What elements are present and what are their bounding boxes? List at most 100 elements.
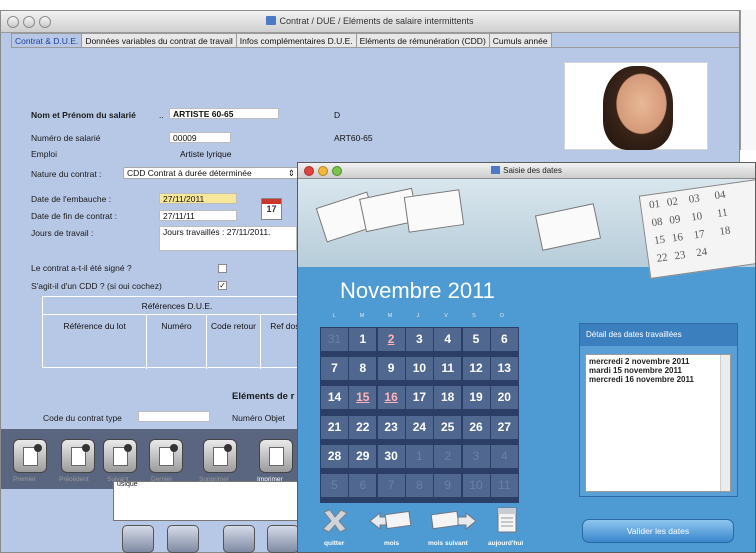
day-cell[interactable]: 8 (349, 357, 377, 381)
day-cell: 5 (321, 474, 348, 497)
search-button[interactable] (167, 525, 199, 553)
day-cell[interactable]: 3 (405, 328, 433, 351)
day-cell[interactable]: 1 (349, 328, 377, 351)
day-cell[interactable]: 13 (490, 357, 518, 381)
work-days-field[interactable]: Jours travaillés : 27/11/2011. (159, 226, 297, 251)
day-cell[interactable]: 11 (434, 357, 462, 381)
previous-record-button[interactable] (61, 439, 95, 473)
today-caption[interactable]: aujourd'hui (488, 540, 523, 547)
day-cell[interactable]: 30 (377, 444, 405, 468)
day-cell[interactable]: 24 (405, 415, 433, 439)
day-cell[interactable]: 14 (321, 386, 348, 410)
day-number: 12 (469, 361, 483, 376)
page-number: 11 (716, 206, 729, 220)
employee-number-label: Numéro de salarié (31, 133, 101, 143)
tab-infos-due[interactable]: Infos complémentaires D.U.E. (235, 33, 357, 47)
tab-contrat-due[interactable]: Contrat & D.U.E. (11, 33, 83, 47)
day-number: 29 (356, 448, 370, 463)
day-number: 19 (469, 390, 483, 405)
new-document-button[interactable] (122, 525, 154, 553)
day-cell[interactable]: 9 (377, 357, 405, 381)
page-number: 17 (692, 228, 706, 242)
day-cell[interactable]: 21 (321, 415, 348, 439)
validate-dates-button[interactable]: Valider les dates (582, 519, 734, 543)
col-reference-lot: Référence du lot (43, 315, 147, 369)
end-date-field[interactable]: 27/11/11 (159, 210, 237, 221)
day-cell[interactable]: 26 (462, 415, 490, 439)
hire-date-label: Date de l'embauche : (31, 194, 112, 204)
next-month-icon[interactable] (428, 506, 478, 536)
day-cell[interactable]: 4 (434, 328, 462, 351)
first-record-button[interactable] (13, 439, 47, 473)
day-cell[interactable]: 25 (434, 415, 462, 439)
today-calendar-icon[interactable] (494, 506, 520, 536)
quit-caption[interactable]: quitter (324, 540, 344, 547)
next-month-caption[interactable]: mois suivant (428, 540, 468, 547)
quit-x-icon[interactable] (320, 506, 350, 536)
tab-donnees-variables[interactable]: Données variables du contrat de travail (81, 33, 237, 47)
day-cell[interactable]: 29 (349, 444, 377, 468)
day-cell[interactable]: 10 (405, 357, 433, 381)
day-cell: 2 (434, 444, 462, 468)
refresh-button[interactable] (223, 525, 255, 553)
prev-month-icon[interactable] (368, 506, 414, 536)
weekday-header: V (444, 313, 448, 319)
day-cell[interactable]: 17 (405, 386, 433, 410)
day-cell[interactable]: 28 (321, 444, 348, 468)
worked-date-item[interactable]: mercredi 16 novembre 2011 (586, 375, 730, 384)
contract-type-code-field[interactable] (138, 411, 210, 422)
calendar-icon[interactable]: 17 (261, 198, 282, 220)
print-button[interactable] (259, 439, 293, 473)
weekday-header: S (472, 313, 476, 319)
weekday-header: M (387, 313, 393, 319)
day-cell[interactable]: 5 (462, 328, 490, 351)
day-number: 1 (359, 332, 367, 346)
day-number: 8 (359, 361, 367, 376)
copy-button[interactable] (267, 525, 299, 553)
signed-checkbox[interactable] (218, 264, 227, 273)
work-days-label: Jours de travail : (31, 228, 94, 238)
day-cell[interactable]: 6 (490, 328, 518, 351)
day-cell[interactable]: 7 (321, 357, 348, 381)
day-cell[interactable]: 23 (377, 415, 405, 439)
day-number: 23 (384, 419, 398, 434)
day-cell[interactable]: 12 (462, 357, 490, 381)
delete-record-button[interactable] (203, 439, 237, 473)
previous-arrow-icon (82, 444, 90, 452)
day-number: 25 (441, 419, 455, 434)
worked-dates-title: Détail des dates travaillées (580, 324, 737, 346)
day-number: 2 (444, 448, 452, 463)
next-record-button[interactable] (103, 439, 137, 473)
cdd-checkbox[interactable]: ✓ (218, 281, 227, 290)
worked-date-item[interactable]: mercredi 2 novembre 2011 (586, 357, 730, 366)
last-record-button[interactable] (149, 439, 183, 473)
day-cell[interactable]: 27 (490, 415, 518, 439)
employee-number-field[interactable]: 00009 (169, 132, 231, 143)
elements-title: Eléments de r (232, 391, 295, 402)
worked-dates-rows: mercredi 2 novembre 2011 mardi 15 novemb… (586, 355, 730, 384)
day-cell[interactable]: 20 (490, 386, 518, 410)
day-cell: 6 (349, 474, 377, 497)
worked-dates-panel: Détail des dates travaillées mercredi 2 … (579, 323, 738, 497)
day-cell[interactable]: 2 (377, 328, 405, 351)
day-number: 22 (356, 419, 370, 434)
tab-remuneration-cdd[interactable]: Eléments de rémunération (CDD) (355, 33, 490, 47)
day-number: 1 (416, 448, 423, 463)
first-arrow-icon (34, 444, 42, 452)
day-cell[interactable]: 19 (462, 386, 490, 410)
day-cell[interactable]: 16 (377, 386, 405, 410)
tab-cumuls-annee[interactable]: Cumuls année (488, 33, 552, 47)
weekday-header: D (500, 313, 504, 319)
day-number: 5 (331, 478, 338, 492)
worked-dates-list[interactable]: mercredi 2 novembre 2011 mardi 15 novemb… (585, 354, 731, 492)
hire-date-field[interactable]: 27/11/2011 (159, 193, 237, 204)
prev-month-caption[interactable]: mois (384, 540, 399, 547)
job-label: Emploi (31, 149, 57, 159)
employee-name-field[interactable]: ARTISTE 60-65 (169, 108, 279, 119)
contract-nature-select[interactable]: CDD Contrat à durée déterminée ⇕ (123, 167, 299, 179)
day-cell[interactable]: 22 (349, 415, 377, 439)
worked-date-item[interactable]: mardi 15 novembre 2011 (586, 366, 730, 375)
day-cell[interactable]: 15 (349, 386, 377, 410)
day-cell[interactable]: 18 (434, 386, 462, 410)
vertical-scrollbar[interactable] (720, 355, 730, 491)
